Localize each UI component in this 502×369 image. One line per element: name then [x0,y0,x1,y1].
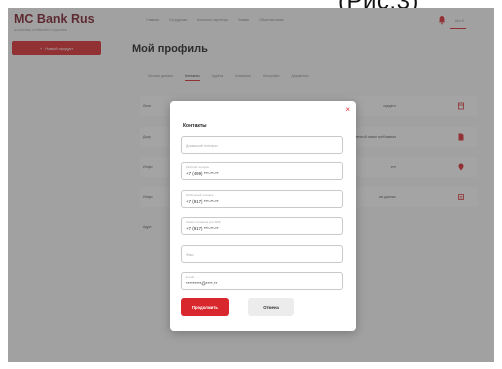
mobile-phone-value: +7 (917) ***-**-** [186,199,219,204]
modal-title: Контакты [183,123,207,129]
sms-phone-value: +7 (917) ***-**-** [186,226,219,231]
cancel-button[interactable]: Отмена [248,298,294,316]
contacts-modal: × Контакты Домашний телефон Рабочий теле… [170,101,356,331]
fax-placeholder: Факс [186,253,194,257]
email-value: *********@****.** [186,281,218,286]
home-phone-field[interactable]: Домашний телефон [181,136,343,154]
email-field[interactable]: E-mail *********@****.** [181,272,343,290]
home-phone-placeholder: Домашний телефон [186,144,218,148]
work-phone-value: +7 (499) ***-**-** [186,171,219,176]
mobile-phone-label: Мобильный телефон [186,193,214,197]
fax-field[interactable]: Факс [181,245,343,263]
work-phone-field[interactable]: Рабочий телефон +7 (499) ***-**-** [181,162,343,180]
sms-phone-field[interactable]: Номер телефона для SMS +7 (917) ***-**-*… [181,217,343,235]
app-window: MC Bank Rus a subsidiary of Mitsubishi C… [8,8,494,362]
close-icon[interactable]: × [345,106,350,114]
mobile-phone-field[interactable]: Мобильный телефон +7 (917) ***-**-** [181,190,343,208]
work-phone-label: Рабочий телефон [186,165,210,169]
continue-button[interactable]: Продолжить [181,298,229,316]
email-label: E-mail [186,275,194,279]
sms-phone-label: Номер телефона для SMS [186,220,221,224]
screenshot: (Рис.3) MC Bank Rus a subsidiary of Mits… [0,0,502,369]
